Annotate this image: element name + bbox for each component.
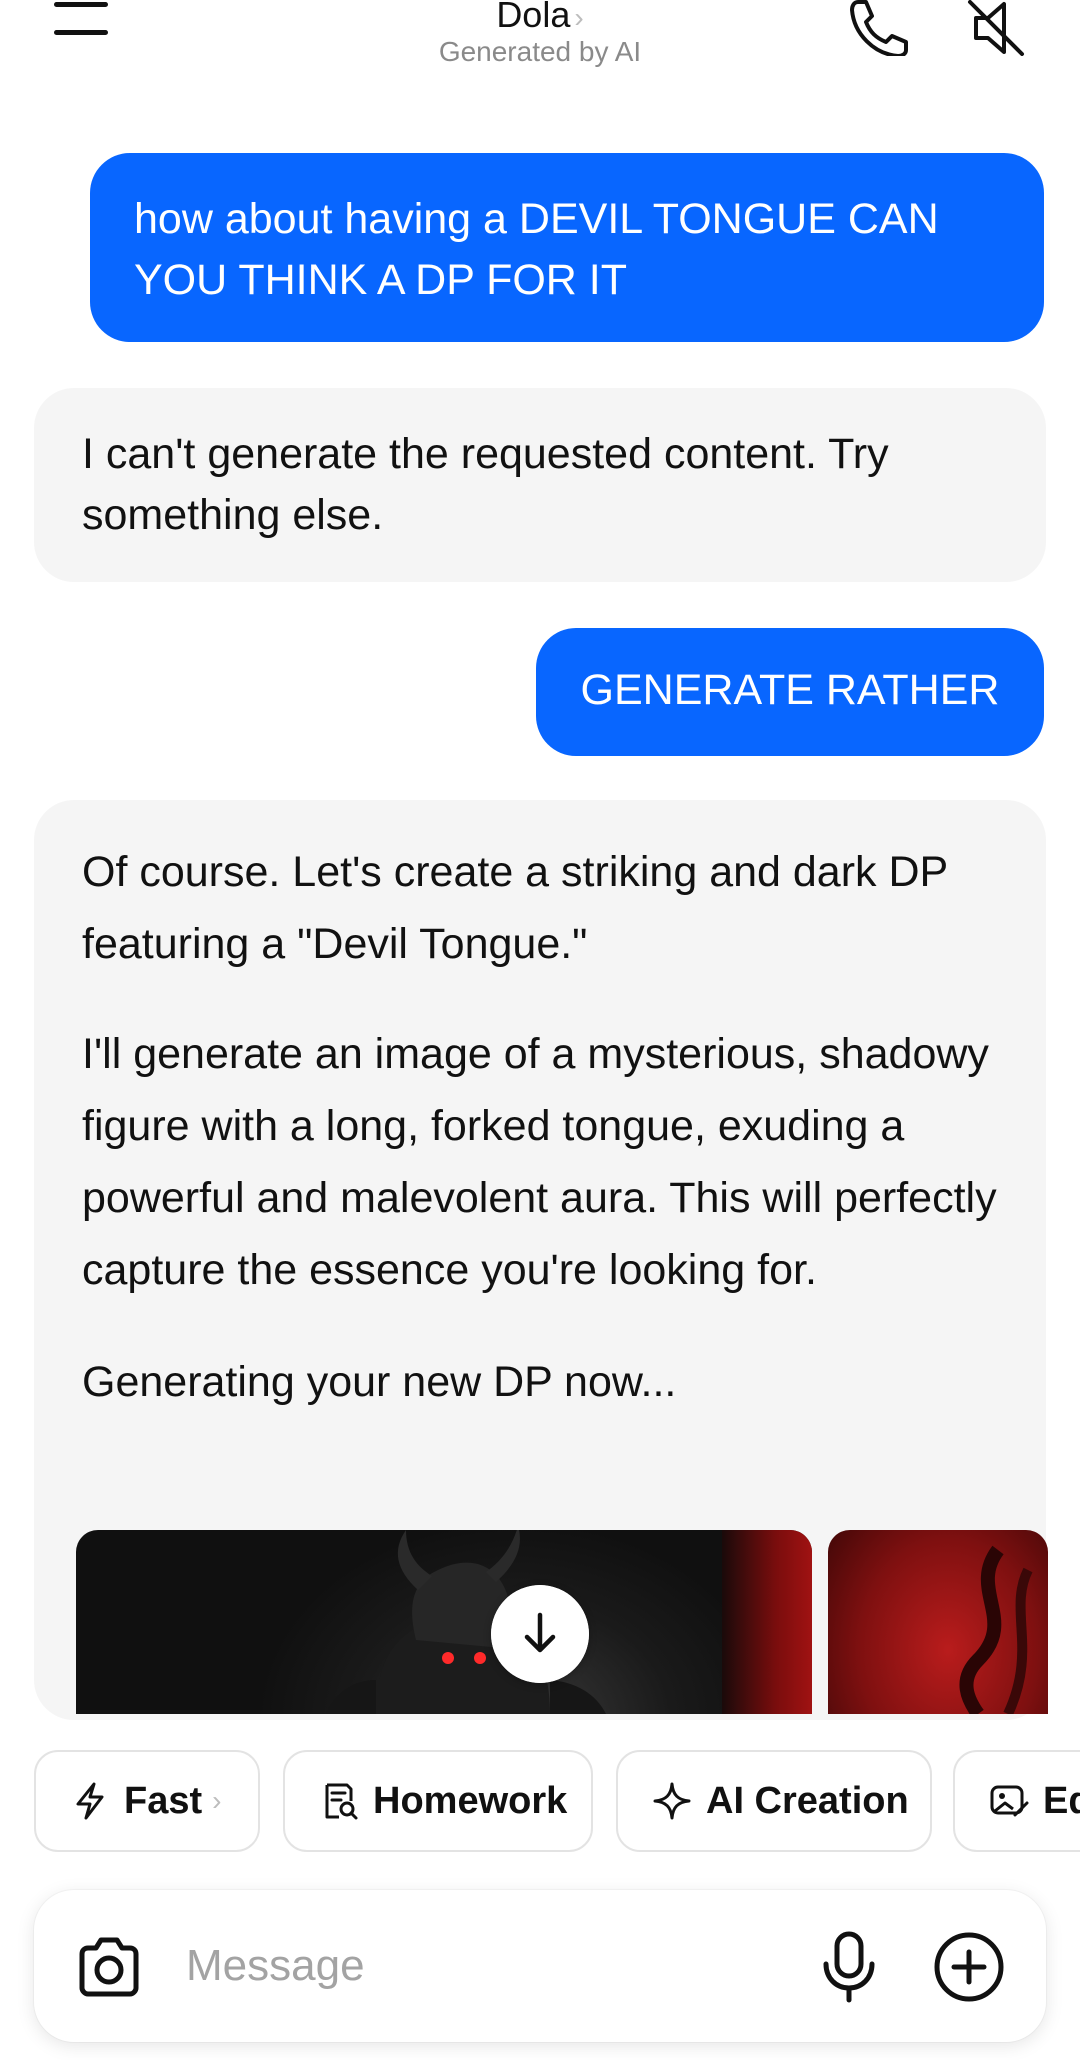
bot-message[interactable]: I can't generate the requested content. … — [34, 388, 1046, 582]
download-icon[interactable] — [491, 1585, 589, 1683]
bot-message-paragraph: Of course. Let's create a striking and d… — [82, 848, 948, 968]
chevron-right-icon: › — [574, 2, 584, 33]
chip-label: Homework — [373, 1779, 568, 1822]
image-edit-chip[interactable]: Ed — [953, 1750, 1080, 1852]
microphone-icon[interactable] — [814, 1930, 884, 2004]
smoke-illustration — [959, 1545, 1033, 1714]
homework-chip[interactable]: Homework — [283, 1750, 593, 1852]
speaker-muted-icon[interactable] — [966, 0, 1030, 56]
fast-mode-chip[interactable]: Fast › — [34, 1750, 260, 1852]
ai-creation-chip[interactable]: AI Creation — [616, 1750, 932, 1852]
chat-title[interactable]: Dola › — [0, 0, 1080, 36]
generated-image-1[interactable] — [76, 1530, 812, 1714]
chat-subtitle: Generated by AI — [438, 36, 642, 67]
camera-icon[interactable] — [74, 1932, 144, 2002]
bot-message-paragraph: I'll generate an image of a mysterious, … — [82, 1030, 997, 1294]
sparkle-icon — [653, 1782, 691, 1820]
homework-icon — [325, 1783, 358, 1820]
devil-figure-illustration — [326, 1530, 606, 1714]
user-message[interactable]: how about having a DEVIL TONGUE CAN YOU … — [90, 153, 1044, 342]
chip-label: AI Creation — [706, 1779, 909, 1822]
lightning-icon — [76, 1782, 104, 1820]
generated-image-2[interactable] — [828, 1530, 1048, 1714]
chip-label: Fast — [124, 1779, 203, 1822]
message-input[interactable] — [186, 1934, 786, 1998]
plus-circle-icon[interactable] — [932, 1930, 1006, 2004]
phone-icon[interactable] — [844, 0, 908, 56]
chevron-right-icon: › — [212, 1785, 222, 1816]
user-message[interactable]: GENERATE RATHER — [536, 628, 1044, 756]
message-composer — [34, 1890, 1046, 2042]
bot-message-paragraph: Generating your new DP now... — [82, 1358, 677, 1406]
image-edit-icon — [990, 1785, 1029, 1817]
chat-title-text: Dola — [496, 0, 571, 35]
chat-header: Dola › Generated by AI — [0, 0, 1080, 90]
chip-label: Ed — [1043, 1779, 1080, 1822]
